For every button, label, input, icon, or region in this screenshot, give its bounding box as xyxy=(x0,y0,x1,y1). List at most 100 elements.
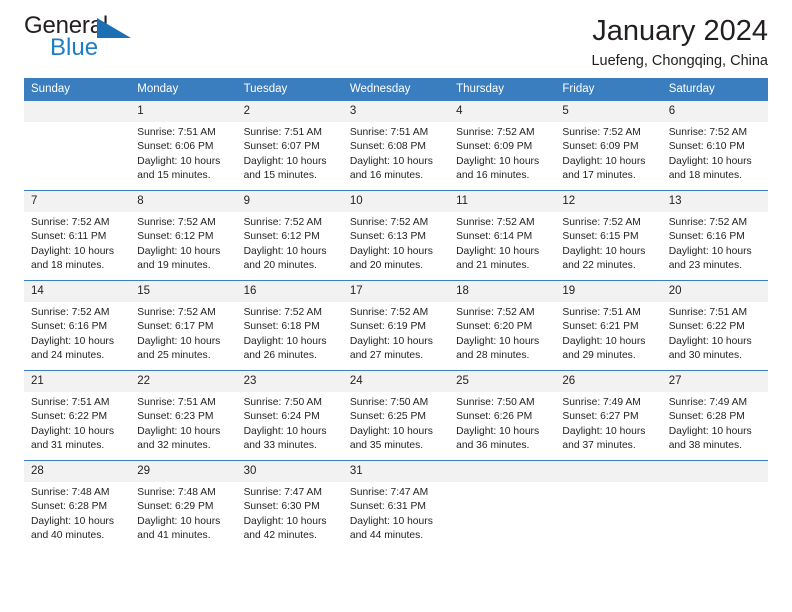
day-cell[interactable]: 2 Sunrise: 7:51 AM Sunset: 6:07 PM Daylight… xyxy=(236,100,343,191)
day-cell[interactable]: 23 Sunrise: 7:50 AM Sunset: 6:24 PM Dayligh… xyxy=(236,370,343,461)
day-cell[interactable]: 9 Sunrise: 7:52 AM Sunset: 6:12 PM Daylight… xyxy=(236,190,343,281)
day-details: Sunrise: 7:52 AM Sunset: 6:11 PM Daylight:… xyxy=(24,212,130,274)
day-cell[interactable]: 6 Sunrise: 7:52 AM Sunset: 6:10 PM Daylight… xyxy=(661,100,768,191)
day-number: 14 xyxy=(24,281,131,302)
day-number: 27 xyxy=(661,371,768,392)
day-cell[interactable]: 22 Sunrise: 7:51 AM Sunset: 6:23 PM Dayligh… xyxy=(130,370,237,461)
day-cell[interactable]: 31 Sunrise: 7:47 AM Sunset: 6:31 PM Dayligh… xyxy=(342,460,450,551)
daylight-text-line2: and 18 minutes. xyxy=(31,260,105,272)
sunrise-text: Sunrise: 7:51 AM xyxy=(562,306,641,318)
day-cell[interactable]: 8 Sunrise: 7:52 AM Sunset: 6:12 PM Daylight… xyxy=(130,190,237,281)
day-number: 17 xyxy=(342,281,450,302)
day-cell[interactable]: 17 Sunrise: 7:52 AM Sunset: 6:19 PM Dayligh… xyxy=(342,280,450,371)
daylight-text-line2: and 42 minutes. xyxy=(243,530,317,542)
daylight-text-line2: and 29 minutes. xyxy=(562,350,636,362)
day-number: 1 xyxy=(130,101,237,122)
sunset-text: Sunset: 6:20 PM xyxy=(456,321,533,333)
daylight-text-line2: and 16 minutes. xyxy=(456,170,530,182)
day-details: Sunrise: 7:50 AM Sunset: 6:25 PM Daylight:… xyxy=(343,392,449,454)
generalblue-logo[interactable]: General Blue xyxy=(24,14,139,66)
calendar-week-row: 7 Sunrise: 7:52 AM Sunset: 6:11 PM Daylight… xyxy=(24,190,768,281)
day-cell[interactable]: 1 Sunrise: 7:51 AM Sunset: 6:06 PM Daylight… xyxy=(130,100,237,191)
day-cell[interactable]: 15 Sunrise: 7:52 AM Sunset: 6:17 PM Dayligh… xyxy=(130,280,237,371)
day-cell[interactable]: 11 Sunrise: 7:52 AM Sunset: 6:14 PM Dayligh… xyxy=(449,190,556,281)
day-cell[interactable]: 29 Sunrise: 7:48 AM Sunset: 6:29 PM Dayligh… xyxy=(130,460,237,551)
day-details: Sunrise: 7:51 AM Sunset: 6:07 PM Daylight:… xyxy=(237,122,343,184)
day-cell[interactable]: 27 Sunrise: 7:49 AM Sunset: 6:28 PM Dayligh… xyxy=(661,370,768,461)
day-cell[interactable]: 19 Sunrise: 7:51 AM Sunset: 6:21 PM Dayligh… xyxy=(555,280,662,371)
day-number: 7 xyxy=(24,191,131,212)
sunrise-text: Sunrise: 7:51 AM xyxy=(31,396,110,408)
day-cell[interactable]: 20 Sunrise: 7:51 AM Sunset: 6:22 PM Dayligh… xyxy=(661,280,768,371)
daylight-text-line2: and 21 minutes. xyxy=(456,260,530,272)
day-details: Sunrise: 7:52 AM Sunset: 6:10 PM Daylight:… xyxy=(662,122,768,184)
daylight-text-line1: Daylight: 10 hours xyxy=(349,245,433,257)
daylight-text-line1: Daylight: 10 hours xyxy=(668,245,752,257)
calendar-week-row: 28 Sunrise: 7:48 AM Sunset: 6:28 PM Dayligh… xyxy=(24,460,768,551)
day-cell[interactable]: 4 Sunrise: 7:52 AM Sunset: 6:09 PM Daylight… xyxy=(449,100,556,191)
sunrise-text: Sunrise: 7:51 AM xyxy=(137,396,216,408)
weekday-header-tuesday: Tuesday xyxy=(236,78,343,101)
day-cell[interactable]: 12 Sunrise: 7:52 AM Sunset: 6:15 PM Dayligh… xyxy=(555,190,662,281)
daylight-text-line2: and 33 minutes. xyxy=(243,440,317,452)
sunset-text: Sunset: 6:17 PM xyxy=(137,321,214,333)
day-details: Sunrise: 7:52 AM Sunset: 6:13 PM Daylight:… xyxy=(343,212,449,274)
daylight-text-line1: Daylight: 10 hours xyxy=(456,335,540,347)
sunrise-text: Sunrise: 7:51 AM xyxy=(243,126,322,138)
day-details: Sunrise: 7:52 AM Sunset: 6:16 PM Daylight:… xyxy=(662,212,768,274)
day-cell[interactable]: 28 Sunrise: 7:48 AM Sunset: 6:28 PM Dayligh… xyxy=(24,460,131,551)
day-cell[interactable]: 10 Sunrise: 7:52 AM Sunset: 6:13 PM Dayligh… xyxy=(342,190,450,281)
daylight-text-line1: Daylight: 10 hours xyxy=(137,335,221,347)
day-cell[interactable]: 30 Sunrise: 7:47 AM Sunset: 6:30 PM Dayligh… xyxy=(236,460,343,551)
sunset-text: Sunset: 6:11 PM xyxy=(31,231,107,243)
sunset-text: Sunset: 6:22 PM xyxy=(31,411,108,423)
day-number: 6 xyxy=(661,101,768,122)
day-cell-empty xyxy=(449,460,556,551)
day-details: Sunrise: 7:51 AM Sunset: 6:06 PM Daylight:… xyxy=(130,122,236,184)
sunset-text: Sunset: 6:14 PM xyxy=(456,231,533,243)
sunset-text: Sunset: 6:30 PM xyxy=(243,501,320,513)
day-cell[interactable]: 14 Sunrise: 7:52 AM Sunset: 6:16 PM Dayligh… xyxy=(24,280,131,371)
sunrise-text: Sunrise: 7:51 AM xyxy=(349,126,429,138)
sunset-text: Sunset: 6:27 PM xyxy=(562,411,639,423)
day-cell[interactable]: 5 Sunrise: 7:52 AM Sunset: 6:09 PM Daylight… xyxy=(555,100,662,191)
day-cell[interactable]: 16 Sunrise: 7:52 AM Sunset: 6:18 PM Dayligh… xyxy=(236,280,343,371)
daylight-text-line1: Daylight: 10 hours xyxy=(137,515,221,527)
day-cell[interactable]: 3 Sunrise: 7:51 AM Sunset: 6:08 PM Daylight… xyxy=(342,100,450,191)
sunrise-text: Sunrise: 7:47 AM xyxy=(349,486,429,498)
day-cell[interactable]: 7 Sunrise: 7:52 AM Sunset: 6:11 PM Daylight… xyxy=(24,190,131,281)
sunrise-text: Sunrise: 7:51 AM xyxy=(668,306,748,318)
daylight-text-line2: and 40 minutes. xyxy=(31,530,105,542)
daylight-text-line1: Daylight: 10 hours xyxy=(349,425,433,437)
day-cell[interactable]: 21 Sunrise: 7:51 AM Sunset: 6:22 PM Dayligh… xyxy=(24,370,131,461)
calendar-week-row: 1 Sunrise: 7:51 AM Sunset: 6:06 PM Daylight… xyxy=(24,100,768,191)
day-cell[interactable]: 13 Sunrise: 7:52 AM Sunset: 6:16 PM Dayligh… xyxy=(661,190,768,281)
sunrise-text: Sunrise: 7:52 AM xyxy=(349,306,429,318)
day-cell[interactable]: 25 Sunrise: 7:50 AM Sunset: 6:26 PM Dayligh… xyxy=(449,370,556,461)
day-details: Sunrise: 7:52 AM Sunset: 6:19 PM Daylight:… xyxy=(343,302,449,364)
daylight-text-line1: Daylight: 10 hours xyxy=(562,425,646,437)
sunset-text: Sunset: 6:16 PM xyxy=(31,321,108,333)
day-number: 16 xyxy=(236,281,343,302)
sunset-text: Sunset: 6:28 PM xyxy=(668,411,745,423)
daylight-text-line2: and 15 minutes. xyxy=(243,170,317,182)
daylight-text-line1: Daylight: 10 hours xyxy=(668,155,752,167)
day-number: 13 xyxy=(661,191,768,212)
sunrise-text: Sunrise: 7:50 AM xyxy=(243,396,322,408)
day-cell-empty xyxy=(661,460,768,551)
daylight-text-line2: and 17 minutes. xyxy=(562,170,636,182)
day-cell-empty xyxy=(555,460,662,551)
daylight-text-line2: and 32 minutes. xyxy=(137,440,211,452)
day-number: 12 xyxy=(555,191,662,212)
logo-triangle-icon xyxy=(97,18,131,38)
daylight-text-line2: and 23 minutes. xyxy=(668,260,742,272)
calendar-week-row: 14 Sunrise: 7:52 AM Sunset: 6:16 PM Dayligh… xyxy=(24,280,768,371)
daylight-text-line2: and 24 minutes. xyxy=(31,350,105,362)
day-cell[interactable]: 24 Sunrise: 7:50 AM Sunset: 6:25 PM Dayligh… xyxy=(342,370,450,461)
weekday-header-sunday: Sunday xyxy=(24,78,131,101)
day-details: Sunrise: 7:51 AM Sunset: 6:23 PM Daylight:… xyxy=(130,392,236,454)
day-number: 24 xyxy=(342,371,450,392)
day-cell[interactable]: 18 Sunrise: 7:52 AM Sunset: 6:20 PM Dayligh… xyxy=(449,280,556,371)
day-cell[interactable]: 26 Sunrise: 7:49 AM Sunset: 6:27 PM Dayligh… xyxy=(555,370,662,461)
sunrise-text: Sunrise: 7:48 AM xyxy=(31,486,110,498)
